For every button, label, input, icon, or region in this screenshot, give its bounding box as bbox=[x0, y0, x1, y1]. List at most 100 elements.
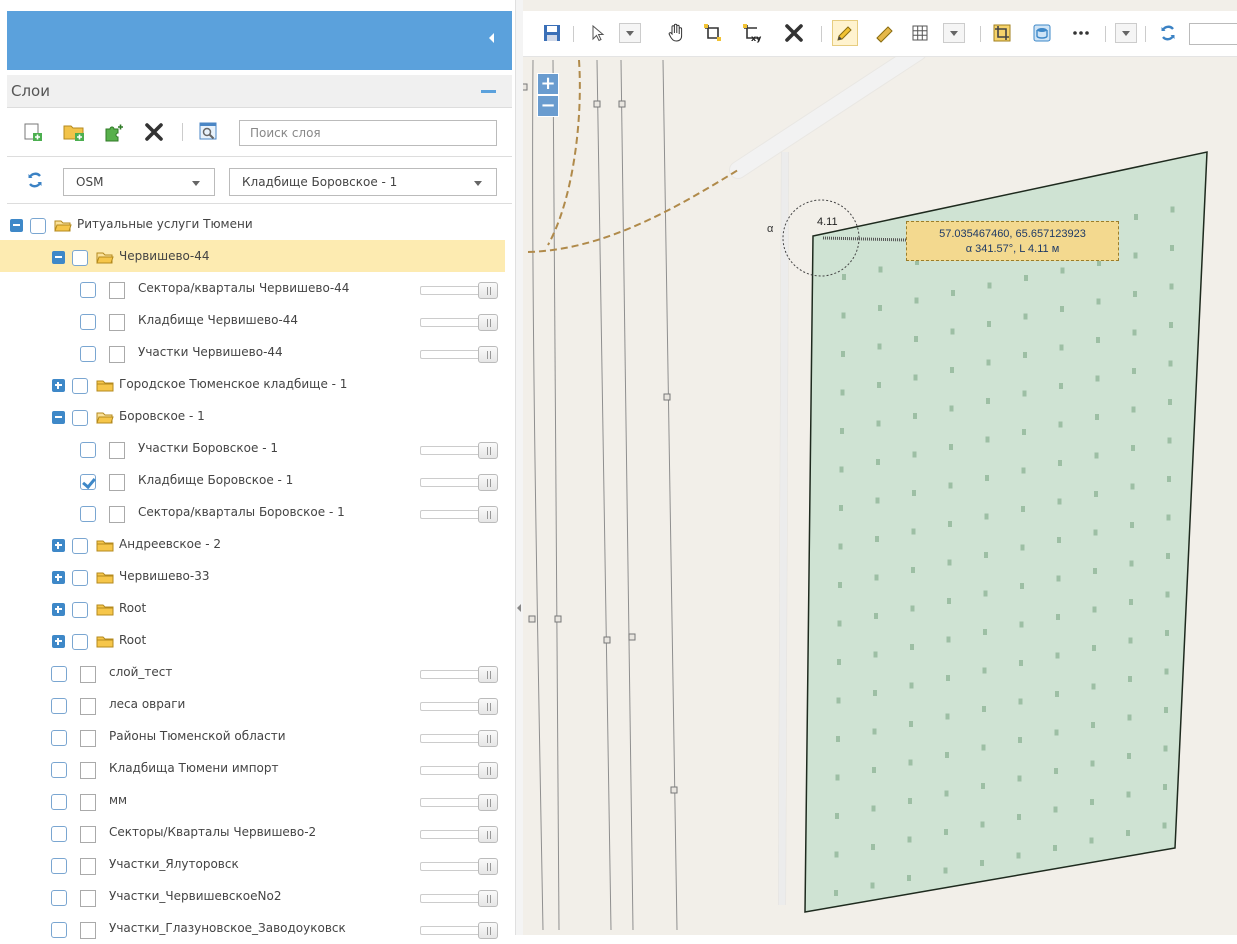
layer-row[interactable]: Секторы/Кварталы Червишево-2 bbox=[0, 816, 505, 848]
expand-icon[interactable] bbox=[52, 635, 65, 648]
layer-folder-row[interactable]: Root bbox=[0, 592, 505, 624]
slider-handle[interactable] bbox=[478, 858, 498, 875]
layer-style-swatch[interactable] bbox=[109, 314, 125, 331]
slider-handle[interactable] bbox=[478, 474, 498, 491]
panel-splitter[interactable] bbox=[515, 0, 523, 935]
layer-style-swatch[interactable] bbox=[109, 346, 125, 363]
layer-style-swatch[interactable] bbox=[80, 762, 96, 779]
slider-handle[interactable] bbox=[478, 282, 498, 299]
layer-folder-row[interactable]: Андреевское - 2 bbox=[0, 528, 505, 560]
layer-style-swatch[interactable] bbox=[80, 698, 96, 715]
draw-button[interactable] bbox=[832, 20, 858, 46]
layer-checkbox[interactable] bbox=[80, 442, 96, 458]
layer-checkbox[interactable] bbox=[51, 890, 67, 906]
layer-checkbox[interactable] bbox=[72, 634, 88, 650]
layer-checkbox[interactable] bbox=[80, 346, 96, 362]
layer-style-swatch[interactable] bbox=[80, 730, 96, 747]
layer-row[interactable]: Участки Червишево-44 bbox=[0, 336, 505, 368]
opacity-slider[interactable] bbox=[420, 698, 498, 715]
select-tool-button[interactable] bbox=[585, 20, 611, 46]
layer-folder-row[interactable]: Боровское - 1 bbox=[0, 400, 505, 432]
select-tool-dropdown[interactable] bbox=[619, 23, 641, 43]
layer-style-swatch[interactable] bbox=[80, 794, 96, 811]
opacity-slider[interactable] bbox=[420, 826, 498, 843]
layer-style-swatch[interactable] bbox=[80, 890, 96, 907]
opacity-slider[interactable] bbox=[420, 346, 498, 363]
layer-checkbox[interactable] bbox=[72, 250, 88, 266]
layer-checkbox[interactable] bbox=[72, 378, 88, 394]
slider-handle[interactable] bbox=[478, 922, 498, 939]
layer-row[interactable]: леса овраги bbox=[0, 688, 505, 720]
layer-checkbox[interactable] bbox=[51, 762, 67, 778]
collapse-panel-icon[interactable] bbox=[489, 33, 494, 43]
opacity-slider[interactable] bbox=[420, 730, 498, 747]
slider-handle[interactable] bbox=[478, 506, 498, 523]
layer-checkbox[interactable] bbox=[51, 698, 67, 714]
layer-row[interactable]: Кладбище Боровское - 1 bbox=[0, 464, 505, 496]
slider-handle[interactable] bbox=[478, 698, 498, 715]
layer-style-swatch[interactable] bbox=[109, 474, 125, 491]
layer-checkbox[interactable] bbox=[72, 410, 88, 426]
opacity-slider[interactable] bbox=[420, 794, 498, 811]
layer-style-swatch[interactable] bbox=[109, 506, 125, 523]
slider-handle[interactable] bbox=[478, 730, 498, 747]
layer-checkbox[interactable] bbox=[80, 314, 96, 330]
layer-folder-row[interactable]: Root bbox=[0, 624, 505, 656]
save-button[interactable] bbox=[539, 20, 565, 46]
slider-handle[interactable] bbox=[478, 314, 498, 331]
layer-style-swatch[interactable] bbox=[80, 858, 96, 875]
layer-row[interactable]: Сектора/кварталы Боровское - 1 bbox=[0, 496, 505, 528]
layer-search-input[interactable] bbox=[239, 120, 497, 146]
pan-button[interactable] bbox=[663, 20, 689, 46]
layer-row[interactable]: Участки_Ялуторовск bbox=[0, 848, 505, 880]
layer-row[interactable]: Кладбище Червишево-44 bbox=[0, 304, 505, 336]
layer-checkbox[interactable] bbox=[72, 570, 88, 586]
collapse-icon[interactable] bbox=[10, 219, 23, 232]
layer-row[interactable]: мм bbox=[0, 784, 505, 816]
slider-handle[interactable] bbox=[478, 346, 498, 363]
layer-row[interactable]: слой_тест bbox=[0, 656, 505, 688]
layer-checkbox[interactable] bbox=[51, 858, 67, 874]
map-search-input[interactable] bbox=[1189, 23, 1237, 45]
delete-feature-button[interactable] bbox=[781, 20, 807, 46]
layer-checkbox[interactable] bbox=[80, 506, 96, 522]
layer-style-swatch[interactable] bbox=[109, 282, 125, 299]
more-button[interactable] bbox=[1068, 20, 1094, 46]
expand-icon[interactable] bbox=[52, 603, 65, 616]
zoom-in-button[interactable]: + bbox=[537, 73, 559, 95]
layer-style-swatch[interactable] bbox=[80, 922, 96, 939]
layer-row[interactable]: Участки_ЧервишевскоеNo2 bbox=[0, 880, 505, 912]
slider-handle[interactable] bbox=[478, 826, 498, 843]
layer-folder-row[interactable]: Червишево-44 bbox=[0, 240, 505, 272]
layer-checkbox[interactable] bbox=[30, 218, 46, 234]
layer-folder-row[interactable]: Червишево-33 bbox=[0, 560, 505, 592]
refresh-map-button[interactable] bbox=[1155, 20, 1181, 46]
slider-handle[interactable] bbox=[478, 794, 498, 811]
layer-checkbox[interactable] bbox=[51, 666, 67, 682]
add-layer-button[interactable] bbox=[21, 121, 45, 143]
crop-button[interactable] bbox=[989, 20, 1015, 46]
layer-checkbox[interactable] bbox=[80, 282, 96, 298]
minimize-icon[interactable] bbox=[481, 90, 496, 93]
layer-checkbox[interactable] bbox=[51, 730, 67, 746]
expand-icon[interactable] bbox=[52, 379, 65, 392]
map-canvas[interactable] bbox=[523, 0, 1237, 935]
opacity-slider[interactable] bbox=[420, 506, 498, 523]
layer-checkbox[interactable] bbox=[51, 794, 67, 810]
map-view[interactable]: α 4.11 57.035467460, 65.657123923 α 341.… bbox=[523, 0, 1237, 935]
grid-dropdown[interactable] bbox=[943, 23, 965, 43]
slider-handle[interactable] bbox=[478, 442, 498, 459]
layer-row[interactable]: Районы Тюменской области bbox=[0, 720, 505, 752]
layer-style-swatch[interactable] bbox=[80, 826, 96, 843]
measure-button[interactable] bbox=[872, 20, 898, 46]
collapse-icon[interactable] bbox=[52, 411, 65, 424]
collapse-icon[interactable] bbox=[52, 251, 65, 264]
layer-checkbox[interactable] bbox=[72, 602, 88, 618]
layer-row[interactable]: Сектора/кварталы Червишево-44 bbox=[0, 272, 505, 304]
grid-button[interactable] bbox=[907, 20, 933, 46]
opacity-slider[interactable] bbox=[420, 890, 498, 907]
opacity-slider[interactable] bbox=[420, 666, 498, 683]
frame-tool-button[interactable] bbox=[700, 20, 726, 46]
active-layer-select[interactable]: Кладбище Боровское - 1 bbox=[229, 168, 497, 196]
add-plugin-button[interactable] bbox=[102, 121, 126, 143]
